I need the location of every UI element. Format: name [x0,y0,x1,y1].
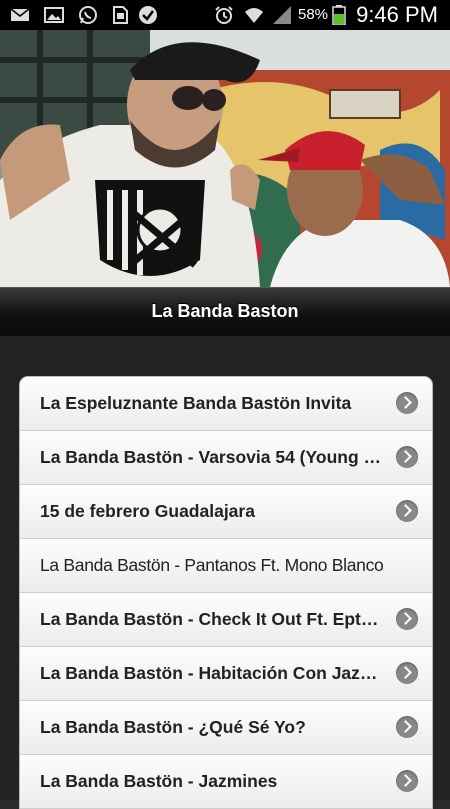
chevron-right-icon [396,392,418,414]
image-icon [44,7,64,23]
chevron-right-icon [396,662,418,684]
list-item-label: La Espeluznante Banda Bastön Invita [40,393,352,413]
list-item-label: 15 de febrero Guadalajara [40,501,255,521]
list-item[interactable]: La Banda Bastön - Varsovia 54 (Young Cla… [20,431,432,485]
list-item[interactable]: 15 de febrero Guadalajara [20,485,432,539]
page-title: La Banda Baston [0,287,450,337]
list-item-label: La Banda Bastön - Varsovia 54 (Young Cla… [40,447,382,467]
list-item[interactable]: La Banda Bastön - Check It Out Ft. Eptos… [20,593,432,647]
wifi-icon [245,8,263,23]
list-item-label: La Banda Bastön - ¿Qué Sé Yo? [40,717,306,737]
list-item-label: La Banda Bastön - Jazmines [40,771,278,791]
chevron-right-icon [396,446,418,468]
list-item[interactable]: La Banda Bastön - ¿Qué Sé Yo? [20,701,432,755]
list-item-label: La Banda Bastön - Habitación Con Jazmine… [40,663,382,683]
battery-percent: 58% [298,6,329,23]
list-item[interactable]: La Espeluznante Banda Bastön Invita [20,377,432,431]
list-item[interactable]: La Banda Bastön - Jazmines [20,755,432,809]
content-area: La Espeluznante Banda Bastön Invita La B… [0,336,450,809]
chevron-right-icon [396,608,418,630]
mail-icon [10,8,30,21]
status-bar: 58% 9:46 PM [0,0,450,30]
list-item-label: La Banda Bastön - Check It Out Ft. Eptos… [40,609,382,629]
checkmark-icon [139,6,157,24]
whatsapp-icon [79,6,97,24]
sim-toolkit-icon [113,6,128,24]
video-list: La Espeluznante Banda Bastön Invita La B… [19,376,433,809]
chevron-right-icon [396,500,418,522]
clock: 9:46 PM [356,2,438,27]
list-item-label: La Banda Bastön - Pantanos Ft. Mono Blan… [40,555,384,575]
list-item[interactable]: La Banda Bastön - Pantanos Ft. Mono Blan… [20,539,432,593]
battery-icon [332,5,346,25]
signal-icon [273,6,291,24]
band-photo [0,30,450,287]
chevron-right-icon [396,770,418,792]
hero-banner [0,30,450,287]
alarm-icon [215,6,233,24]
chevron-right-icon [396,716,418,738]
list-item[interactable]: La Banda Bastön - Habitación Con Jazmine… [20,647,432,701]
